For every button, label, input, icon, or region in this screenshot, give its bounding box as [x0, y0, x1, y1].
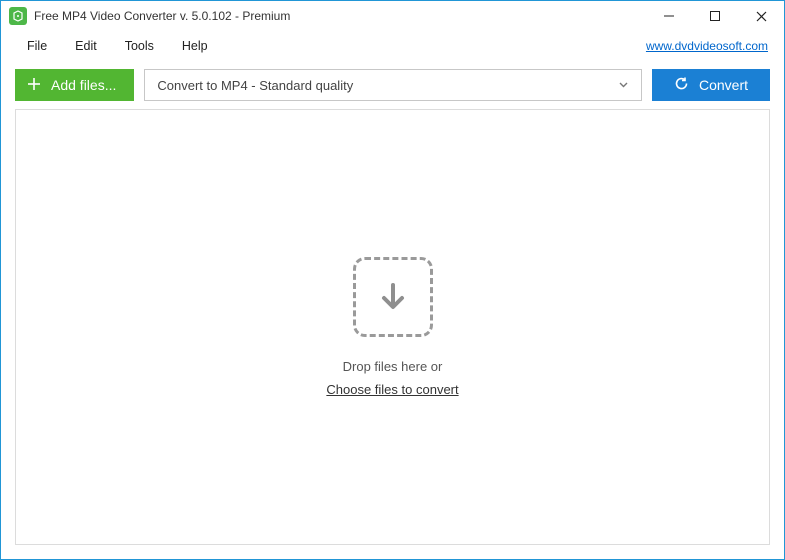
convert-button[interactable]: Convert: [652, 69, 770, 101]
window-controls: [646, 1, 784, 31]
maximize-icon: [710, 11, 720, 21]
add-files-button[interactable]: Add files...: [15, 69, 134, 101]
drop-text: Drop files here or: [343, 359, 443, 374]
close-button[interactable]: [738, 1, 784, 31]
menu-items: File Edit Tools Help: [13, 33, 222, 59]
preset-label: Convert to MP4 - Standard quality: [157, 78, 353, 93]
menu-help[interactable]: Help: [168, 33, 222, 59]
minimize-icon: [664, 11, 674, 21]
close-icon: [756, 11, 767, 22]
menu-file[interactable]: File: [13, 33, 61, 59]
window-title: Free MP4 Video Converter v. 5.0.102 - Pr…: [34, 9, 646, 23]
maximize-button[interactable]: [692, 1, 738, 31]
website-link[interactable]: www.dvdvideosoft.com: [646, 39, 772, 53]
add-files-label: Add files...: [51, 77, 116, 93]
convert-label: Convert: [699, 77, 748, 93]
app-icon: [9, 7, 27, 25]
refresh-icon: [674, 76, 689, 94]
menu-tools[interactable]: Tools: [111, 33, 168, 59]
chevron-down-icon: [618, 78, 629, 93]
arrow-down-icon: [373, 277, 413, 317]
app-window: Free MP4 Video Converter v. 5.0.102 - Pr…: [0, 0, 785, 560]
choose-files-link[interactable]: Choose files to convert: [326, 382, 458, 397]
menubar: File Edit Tools Help www.dvdvideosoft.co…: [1, 31, 784, 61]
toolbar: Add files... Convert to MP4 - Standard q…: [1, 61, 784, 109]
titlebar: Free MP4 Video Converter v. 5.0.102 - Pr…: [1, 1, 784, 31]
preset-select[interactable]: Convert to MP4 - Standard quality: [144, 69, 642, 101]
plus-icon: [27, 77, 41, 94]
minimize-button[interactable]: [646, 1, 692, 31]
dropzone[interactable]: Drop files here or Choose files to conve…: [15, 109, 770, 545]
menu-edit[interactable]: Edit: [61, 33, 111, 59]
drop-target-icon: [353, 257, 433, 337]
